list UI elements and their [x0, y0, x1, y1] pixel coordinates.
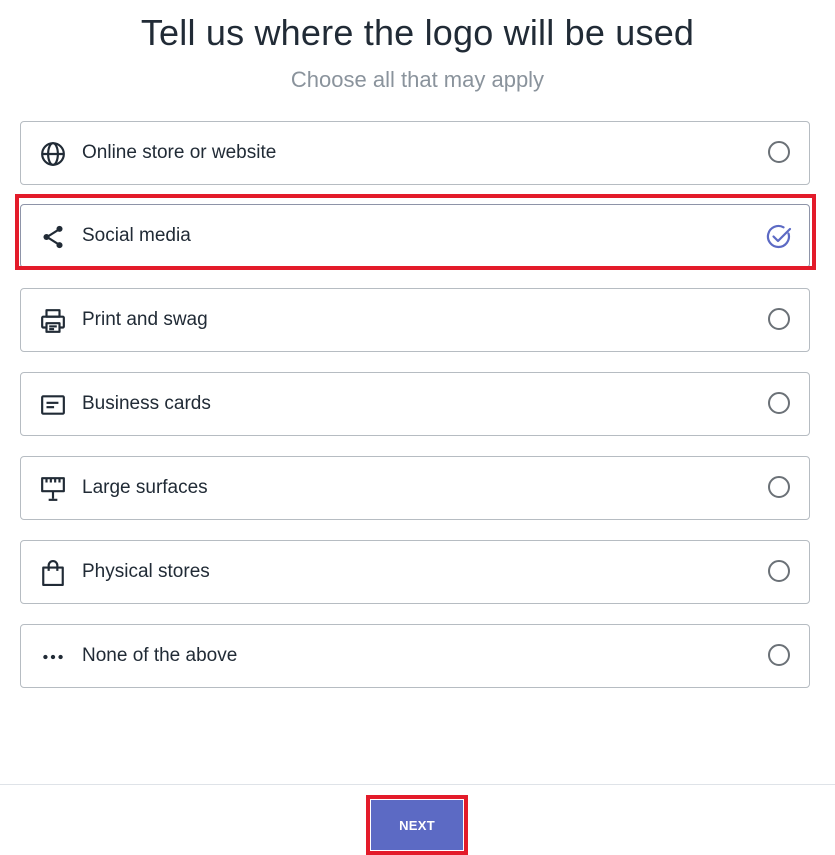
option-social-media[interactable]: Social media: [20, 204, 810, 268]
option-large-surfaces[interactable]: Large surfaces: [20, 456, 810, 520]
option-label: Large surfaces: [82, 477, 208, 498]
share-icon: [40, 224, 66, 250]
radio-unchecked-icon[interactable]: [768, 392, 790, 414]
option-physical-stores[interactable]: Physical stores: [20, 540, 810, 604]
check-circle-icon[interactable]: [766, 224, 792, 250]
printer-icon: [40, 308, 66, 334]
option-none-of-the-above[interactable]: None of the above: [20, 624, 810, 688]
billboard-icon: [40, 476, 66, 502]
more-horizontal-icon: [40, 644, 66, 670]
radio-unchecked-icon[interactable]: [768, 476, 790, 498]
option-print-and-swag[interactable]: Print and swag: [20, 288, 810, 352]
logo-usage-page: Tell us where the logo will be used Choo…: [0, 0, 835, 855]
option-label: None of the above: [82, 645, 238, 666]
option-online-store[interactable]: Online store or website: [20, 121, 810, 185]
radio-unchecked-icon[interactable]: [768, 644, 790, 666]
option-label: Social media: [82, 225, 191, 246]
option-business-cards[interactable]: Business cards: [20, 372, 810, 436]
business-card-icon: [40, 392, 66, 418]
option-label: Business cards: [82, 393, 211, 414]
radio-unchecked-icon[interactable]: [768, 141, 790, 163]
option-label: Physical stores: [82, 561, 210, 582]
option-label: Online store or website: [82, 142, 277, 163]
footer-divider: [0, 784, 835, 785]
shopping-bag-icon: [40, 560, 66, 586]
option-label: Print and swag: [82, 309, 208, 330]
globe-icon: [40, 141, 66, 167]
radio-unchecked-icon[interactable]: [768, 560, 790, 582]
page-title: Tell us where the logo will be used: [140, 12, 695, 53]
page-subtitle: Choose all that may apply: [290, 67, 545, 92]
radio-unchecked-icon[interactable]: [768, 308, 790, 330]
next-button[interactable]: NEXT: [371, 800, 463, 850]
